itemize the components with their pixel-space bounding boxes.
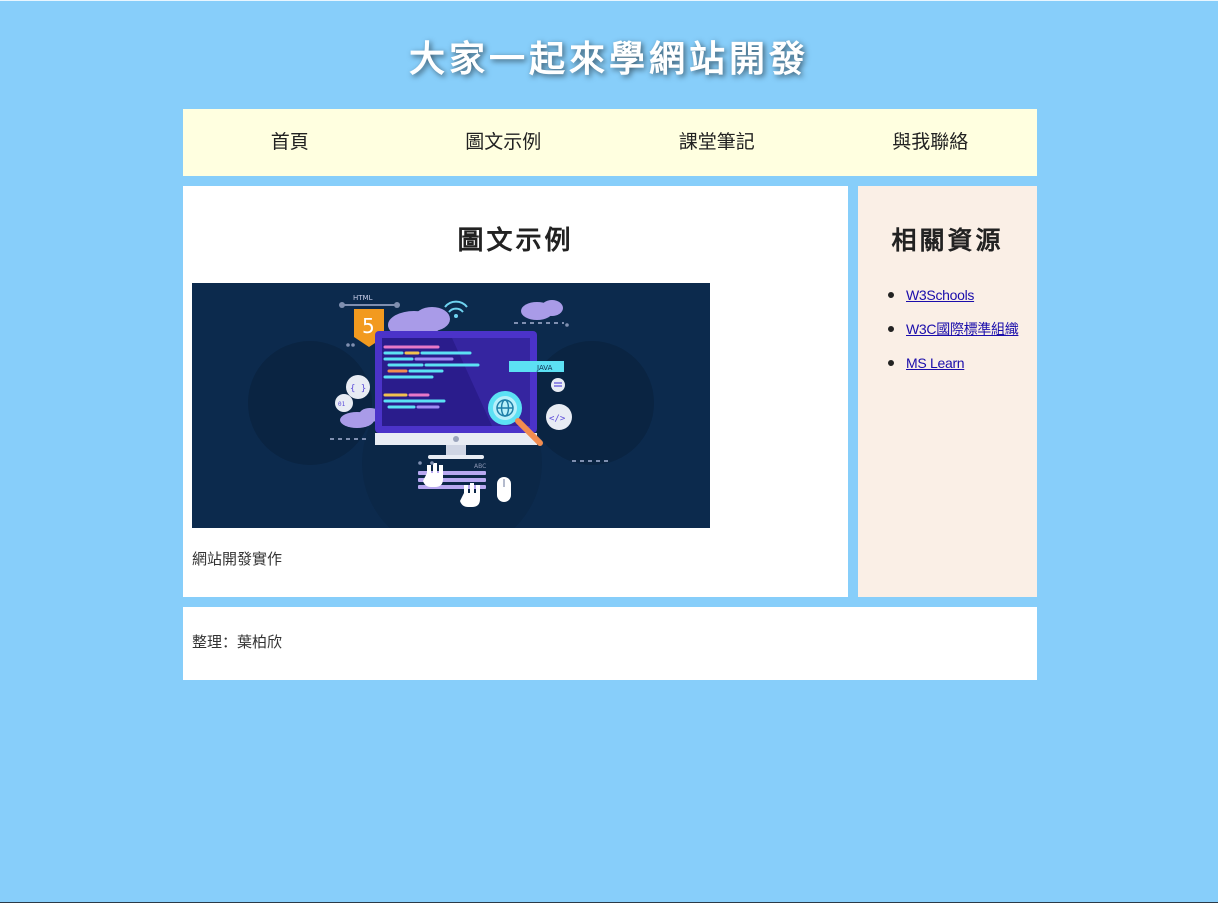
svg-text:{ }: { } — [350, 384, 366, 394]
resources-list: W3Schools W3C國際標準組織 MS Learn — [888, 284, 1019, 386]
site-title: 大家一起來學網站開發 — [408, 38, 809, 80]
bullet-icon — [888, 360, 894, 366]
html-badge-label: HTML — [353, 294, 373, 302]
main-heading: 圖文示例 — [457, 226, 574, 256]
main-content: 圖文示例 HTML 5 JAVA {} 01 </> ABC 網站開發實作 — [183, 186, 848, 597]
main-nav: 首頁 圖文示例 課堂筆記 與我聯絡 — [183, 109, 1037, 176]
bullet-icon — [888, 326, 894, 332]
resources-heading: 相關資源 — [891, 226, 1004, 255]
link-ms-learn[interactable]: MS Learn — [906, 355, 965, 371]
keyboard-label: ABC — [474, 463, 486, 470]
page-footer: 整理：葉柏欣 — [183, 607, 1037, 680]
link-w3schools[interactable]: W3Schools — [906, 287, 974, 303]
web-development-illustration: HTML 5 JAVA {} 01 </> ABC — [192, 283, 710, 528]
resource-item-ms-learn: MS Learn — [888, 352, 1018, 386]
nav-item-examples[interactable]: 圖文示例 — [397, 109, 611, 176]
nav-item-home[interactable]: 首頁 — [183, 109, 397, 176]
resources-sidebar: 相關資源 W3Schools W3C國際標準組織 MS Learn — [858, 186, 1037, 597]
nav-item-notes[interactable]: 課堂筆記 — [610, 109, 824, 176]
footer-credit: 整理：葉柏欣 — [192, 633, 283, 651]
image-caption: 網站開發實作 — [192, 550, 283, 568]
java-tag-label: JAVA — [536, 364, 553, 372]
svg-text:</>: </> — [549, 414, 566, 424]
resource-item-w3schools: W3Schools — [888, 284, 1018, 318]
resource-item-w3c: W3C國際標準組織 — [888, 318, 1019, 352]
nav-item-contact[interactable]: 與我聯絡 — [824, 109, 1038, 176]
bullet-icon — [888, 292, 894, 298]
svg-text:01: 01 — [338, 401, 346, 408]
html5-number: 5 — [362, 314, 375, 338]
link-w3c[interactable]: W3C國際標準組織 — [906, 321, 1019, 337]
